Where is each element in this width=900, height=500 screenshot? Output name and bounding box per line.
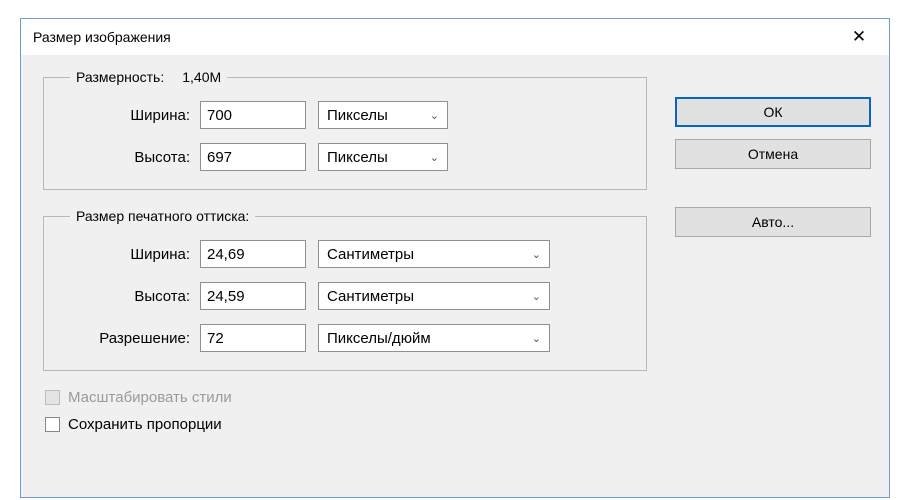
document-size-group: Размер печатного оттиска: Ширина: Сантим… (43, 208, 647, 371)
image-size-dialog: Размер изображения ✕ Размерность: 1,40M … (20, 18, 890, 498)
scale-styles-label: Масштабировать стили (68, 389, 232, 406)
doc-height-unit-value: Сантиметры (327, 288, 414, 305)
pixel-dimensions-group: Размерность: 1,40M Ширина: Пикселы ⌄ Выс… (43, 69, 647, 190)
pixel-dimensions-value: 1,40M (182, 69, 221, 85)
doc-width-input[interactable] (200, 240, 306, 268)
height-unit-value: Пикселы (327, 149, 388, 166)
ok-button[interactable]: ОК (675, 97, 871, 127)
scale-styles-checkbox (45, 390, 60, 405)
chevron-down-icon: ⌄ (532, 332, 541, 345)
pixel-dimensions-legend: Размерность: 1,40M (70, 69, 227, 85)
doc-height-unit-select[interactable]: Сантиметры ⌄ (318, 282, 550, 310)
resolution-input[interactable] (200, 324, 306, 352)
constrain-proportions-label: Сохранить пропорции (68, 416, 222, 433)
scale-styles-row: Масштабировать стили (45, 389, 647, 406)
cancel-button-label: Отмена (748, 146, 798, 162)
auto-button[interactable]: Авто... (675, 207, 871, 237)
close-button[interactable]: ✕ (839, 23, 879, 51)
constrain-proportions-checkbox[interactable] (45, 417, 60, 432)
doc-width-label: Ширина: (60, 246, 200, 263)
height-unit-select[interactable]: Пикселы ⌄ (318, 143, 448, 171)
chevron-down-icon: ⌄ (430, 109, 439, 122)
doc-height-label: Высота: (60, 288, 200, 305)
resolution-label: Разрешение: (60, 330, 200, 347)
close-icon: ✕ (852, 27, 866, 47)
chevron-down-icon: ⌄ (430, 151, 439, 164)
document-size-legend: Размер печатного оттиска: (70, 208, 255, 224)
height-input[interactable] (200, 143, 306, 171)
chevron-down-icon: ⌄ (532, 290, 541, 303)
dialog-title: Размер изображения (33, 29, 171, 45)
height-label: Высота: (60, 149, 200, 166)
doc-height-input[interactable] (200, 282, 306, 310)
titlebar[interactable]: Размер изображения ✕ (21, 19, 889, 55)
pixel-dimensions-label: Размерность: (76, 69, 164, 85)
resolution-unit-select[interactable]: Пикселы/дюйм ⌄ (318, 324, 550, 352)
chevron-down-icon: ⌄ (532, 248, 541, 261)
width-unit-select[interactable]: Пикселы ⌄ (318, 101, 448, 129)
ok-button-label: ОК (763, 104, 782, 120)
doc-width-unit-value: Сантиметры (327, 246, 414, 263)
constrain-proportions-row[interactable]: Сохранить пропорции (45, 416, 647, 433)
doc-width-unit-select[interactable]: Сантиметры ⌄ (318, 240, 550, 268)
auto-button-label: Авто... (752, 214, 794, 230)
width-label: Ширина: (60, 107, 200, 124)
width-input[interactable] (200, 101, 306, 129)
width-unit-value: Пикселы (327, 107, 388, 124)
cancel-button[interactable]: Отмена (675, 139, 871, 169)
resolution-unit-value: Пикселы/дюйм (327, 330, 431, 347)
